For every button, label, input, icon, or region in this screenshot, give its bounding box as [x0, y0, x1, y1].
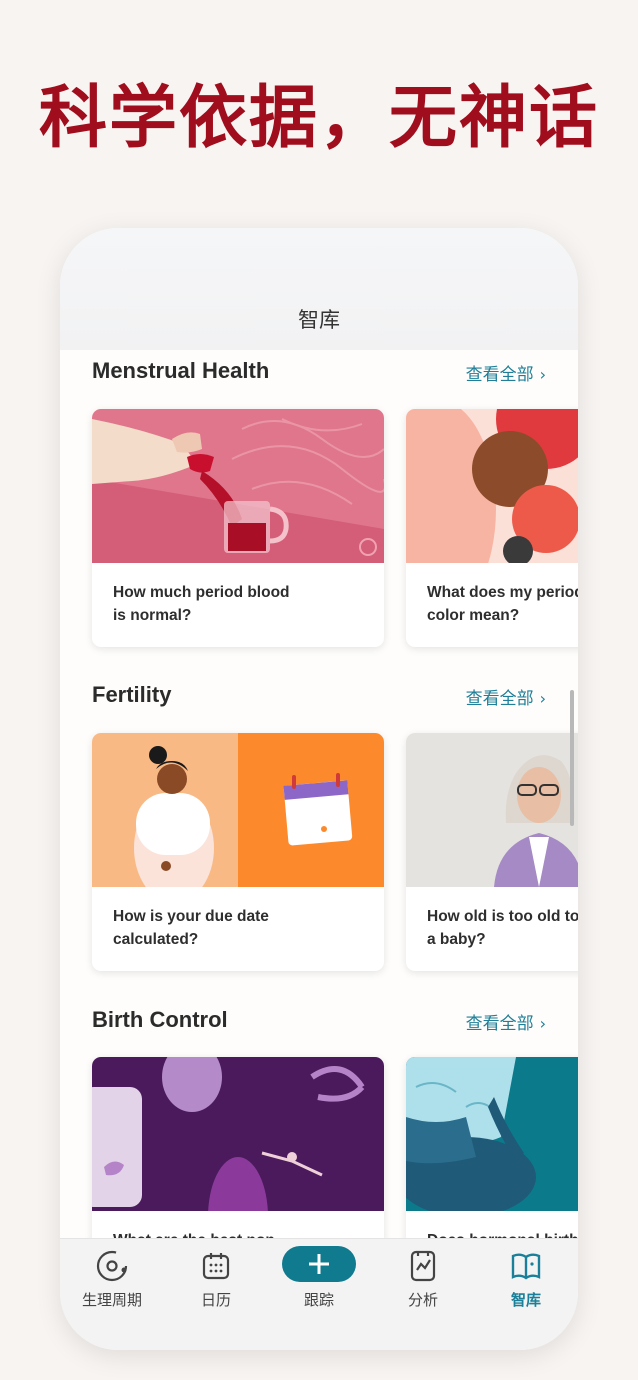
analysis-icon [371, 1249, 475, 1283]
tab-analysis[interactable]: 分析 [371, 1249, 475, 1310]
see-all-link[interactable]: 查看全部 › [466, 360, 546, 385]
tab-calendar[interactable]: 日历 [164, 1249, 268, 1310]
calendar-icon [164, 1249, 268, 1283]
see-all-link[interactable]: 查看全部 › [466, 1009, 546, 1034]
article-card[interactable]: How old is too old to have a baby? [406, 733, 578, 971]
track-button-area [267, 1246, 371, 1283]
article-title: What does my period color mean? [427, 584, 578, 624]
tab-label: 智库 [510, 1291, 541, 1309]
tab-label: 跟踪 [303, 1291, 334, 1309]
article-illustration [406, 409, 578, 563]
article-illustration [92, 733, 384, 887]
article-title: Does hormonal birth [427, 1229, 578, 1238]
article-title: How old is too old to have a baby? [427, 908, 578, 948]
chevron-right-icon: › [539, 1014, 546, 1033]
see-all-label: 查看全部 [465, 1014, 534, 1034]
phone-screen: 智库 Menstrual Health 查看全部 › How much peri… [60, 228, 578, 1350]
add-track-button[interactable] [282, 1246, 356, 1282]
section-title: Menstrual Health [92, 358, 270, 383]
article-title: What are the best non- [113, 1229, 370, 1238]
tab-library[interactable]: 智库 [474, 1249, 578, 1310]
nav-bar: 智库 [60, 228, 578, 350]
cycle-icon [60, 1249, 164, 1283]
article-card[interactable]: What does my period color mean? [406, 409, 578, 647]
article-card[interactable]: How much period blood is normal? [92, 409, 384, 647]
section-title: Birth Control [92, 1007, 228, 1032]
plus-icon [309, 1254, 329, 1274]
headline: 科学依据，无神话 [38, 79, 599, 158]
section-title: Fertility [92, 682, 172, 707]
tab-label: 分析 [407, 1291, 438, 1309]
article-title: How much period blood is normal? [113, 584, 290, 624]
tab-label: 日历 [200, 1291, 231, 1309]
library-book-icon [474, 1249, 578, 1283]
article-card[interactable]: How is your due date calculated? [92, 733, 384, 971]
see-all-label: 查看全部 [465, 365, 534, 385]
article-illustration [92, 1057, 384, 1211]
see-all-link[interactable]: 查看全部 › [466, 684, 546, 709]
bottom-tab-bar: 生理周期 日历 跟踪 分析 智库 [60, 1238, 578, 1350]
article-title: How is your due date calculated? [113, 908, 269, 948]
article-card[interactable]: Does hormonal birth [406, 1057, 578, 1238]
article-illustration [92, 409, 384, 563]
article-photo [406, 733, 578, 887]
scrollbar[interactable] [570, 690, 574, 826]
content-scroll[interactable]: Menstrual Health 查看全部 › How much period … [60, 350, 578, 1238]
page-title: 智库 [298, 308, 340, 332]
tab-label: 生理周期 [81, 1291, 142, 1309]
tab-cycle[interactable]: 生理周期 [60, 1249, 164, 1310]
chevron-right-icon: › [539, 689, 546, 708]
chevron-right-icon: › [539, 365, 546, 384]
article-illustration [406, 1057, 578, 1211]
article-card[interactable]: What are the best non- [92, 1057, 384, 1238]
see-all-label: 查看全部 [465, 689, 534, 709]
tab-track[interactable]: 跟踪 [267, 1246, 371, 1310]
